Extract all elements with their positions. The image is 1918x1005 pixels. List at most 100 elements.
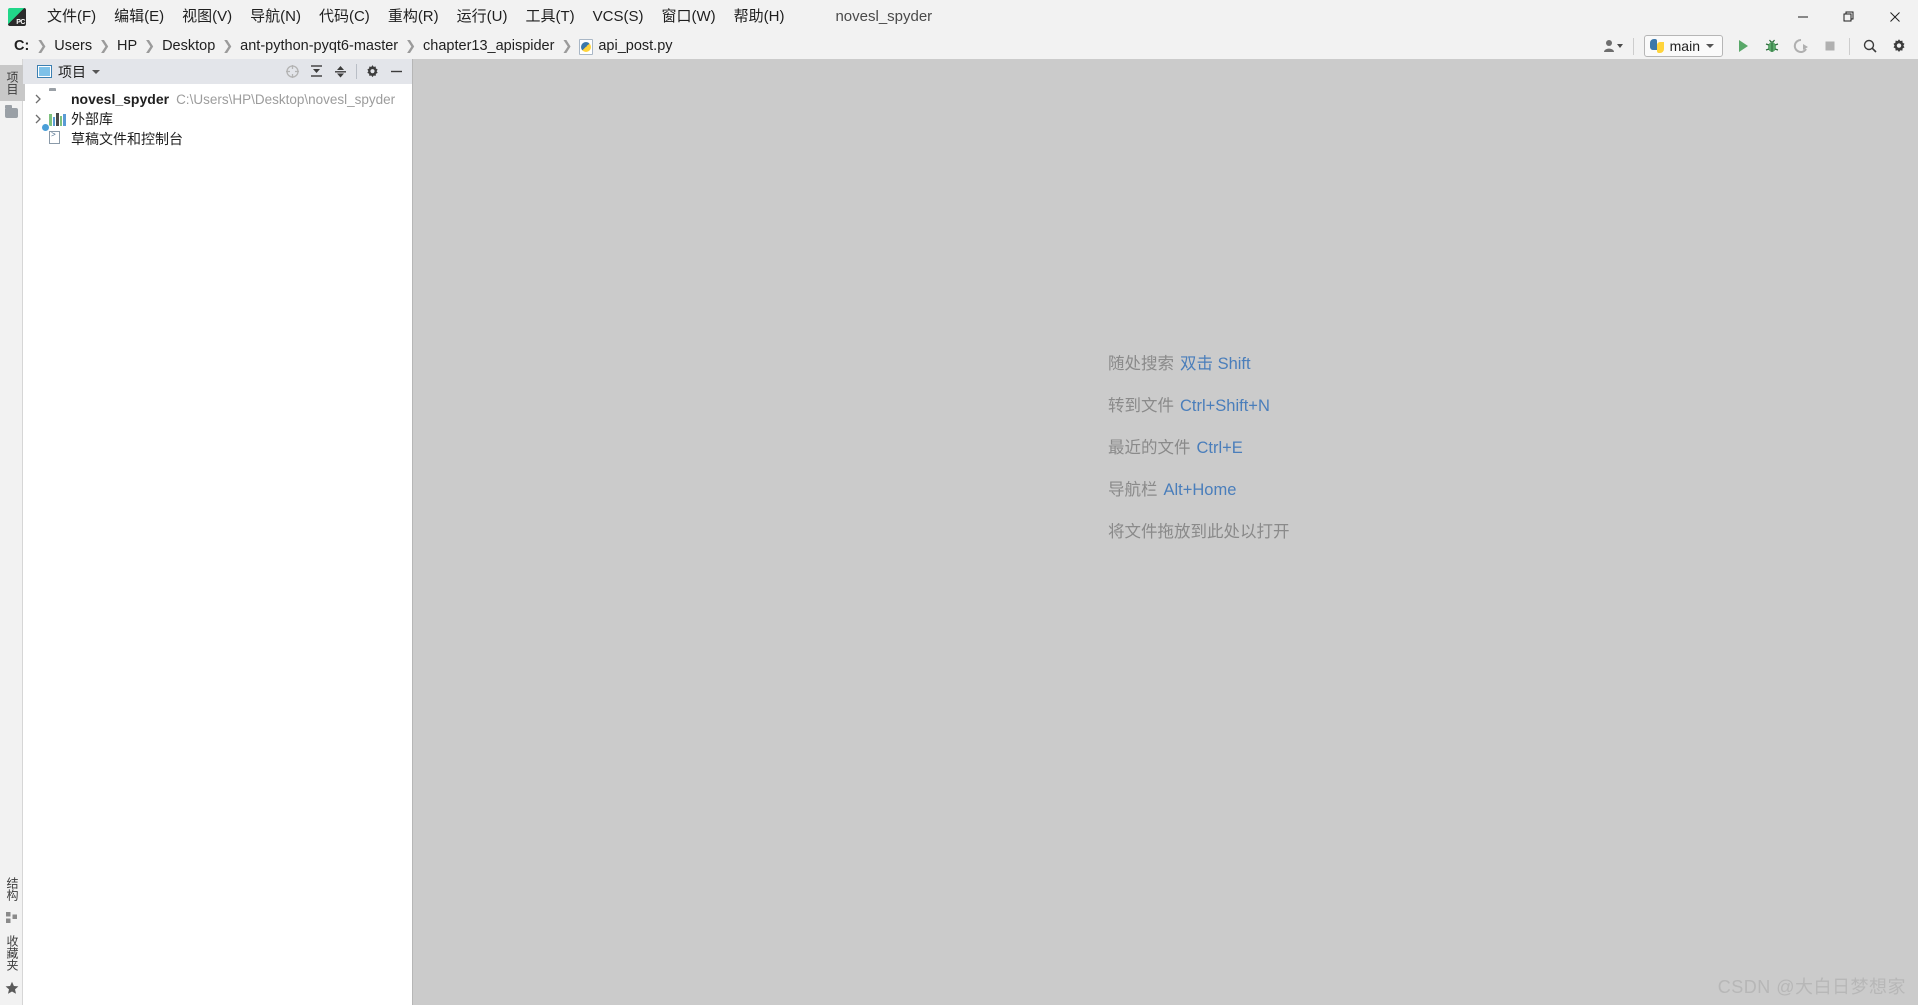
select-opened-file-button[interactable] <box>281 61 304 82</box>
sidebar-item-structure[interactable]: 结构 <box>0 871 25 907</box>
sidebar-item-project[interactable]: 项目 <box>0 65 25 101</box>
project-panel-title-dropdown[interactable]: 项目 <box>33 61 104 83</box>
python-config-icon <box>1649 39 1664 53</box>
hint-label: 最近的文件 <box>1108 439 1191 457</box>
breadcrumb-drive[interactable]: C: <box>10 37 33 55</box>
menu-help[interactable]: 帮助(H) <box>725 4 794 30</box>
tree-node-external-libraries[interactable]: 外部库 <box>23 109 412 129</box>
breadcrumb-hp[interactable]: HP <box>113 37 141 55</box>
window-project-title: novesl_spyder <box>835 8 933 25</box>
breadcrumb-chapter13-apispider[interactable]: chapter13_apispider <box>419 37 558 55</box>
chevron-down-icon <box>1706 44 1714 48</box>
tree-node-path: C:\Users\HP\Desktop\novesl_spyder <box>176 91 396 107</box>
main-body: 项目 结构 收藏夹 项目 novesl_spyder C:\Users\HP\D… <box>0 59 1918 1005</box>
collapse-all-icon <box>335 66 346 78</box>
sidebar-item-favorites-label: 收藏夹 <box>5 935 19 971</box>
gear-icon <box>1893 39 1904 52</box>
search-everywhere-button[interactable] <box>1856 34 1883 58</box>
hint-shortcut: Ctrl+Shift+N <box>1180 397 1270 415</box>
hide-panel-button[interactable] <box>385 61 408 82</box>
minimize-icon <box>391 70 402 73</box>
navbar-divider <box>1849 37 1850 55</box>
breadcrumb-file-label: api_post.py <box>598 38 673 54</box>
breadcrumb-ant-python-pyqt6-master[interactable]: ant-python-pyqt6-master <box>236 37 402 55</box>
menu-run[interactable]: 运行(U) <box>448 4 517 30</box>
sidebar-item-favorites[interactable]: 收藏夹 <box>0 929 25 977</box>
profile-button[interactable] <box>1787 34 1814 58</box>
scratches-consoles-icon <box>41 123 66 147</box>
collapse-all-button[interactable] <box>329 61 352 82</box>
hint-label: 随处搜索 <box>1108 355 1174 373</box>
breadcrumb-separator: ❯ <box>36 38 48 53</box>
debug-button[interactable] <box>1758 34 1785 58</box>
breadcrumb-separator: ❯ <box>405 38 417 53</box>
tool-strip-top-group: 项目 <box>0 59 25 123</box>
tree-node-label: 外部库 <box>71 111 113 127</box>
breadcrumb-separator: ❯ <box>144 38 156 53</box>
breadcrumb-desktop[interactable]: Desktop <box>158 37 219 55</box>
hint-search-everywhere: 随处搜索 双击 Shift <box>1108 354 1290 374</box>
window-maximize-button[interactable] <box>1826 0 1872 33</box>
chevron-right-icon[interactable] <box>31 92 45 106</box>
navigation-bar: C: ❯ Users ❯ HP ❯ Desktop ❯ ant-python-p… <box>0 33 1918 59</box>
tree-node-label: 草稿文件和控制台 <box>71 131 183 147</box>
menu-code[interactable]: 代码(C) <box>310 4 379 30</box>
hint-label: 转到文件 <box>1108 397 1174 415</box>
chevron-down-icon <box>92 69 100 74</box>
panel-toolbar-divider <box>356 64 357 79</box>
hint-shortcut: Alt+Home <box>1163 481 1237 499</box>
editor-empty-area[interactable]: 随处搜索 双击 Shift 转到文件 Ctrl+Shift+N 最近的文件 Ctrl+… <box>413 59 1918 1005</box>
target-icon <box>286 65 299 78</box>
stop-button[interactable] <box>1816 34 1843 58</box>
project-tool-window: 项目 novesl_spyder C:\Users\HP\Desktop\nov… <box>23 59 413 1005</box>
breadcrumb-separator: ❯ <box>222 38 234 53</box>
navbar-divider <box>1632 37 1634 55</box>
tree-node-label: novesl_spyder <box>71 91 170 107</box>
run-configuration-selector[interactable]: main <box>1643 35 1723 57</box>
menu-refactor[interactable]: 重构(R) <box>379 4 448 30</box>
hint-label: 将文件拖放到此处以打开 <box>1108 523 1290 541</box>
menu-window[interactable]: 窗口(W) <box>652 4 724 30</box>
sidebar-item-folder[interactable] <box>0 101 23 123</box>
tool-strip-bottom-group: 结构 收藏夹 <box>0 871 22 1005</box>
structure-icon <box>5 912 17 923</box>
window-close-button[interactable] <box>1872 0 1918 33</box>
menu-file[interactable]: 文件(F) <box>38 4 105 30</box>
external-libraries-icon <box>49 111 66 127</box>
user-avatar-button[interactable] <box>1600 34 1627 58</box>
window-minimize-button[interactable] <box>1780 0 1826 33</box>
hint-shortcut: Ctrl+E <box>1196 439 1243 457</box>
breadcrumb-users[interactable]: Users <box>50 37 96 55</box>
settings-button[interactable] <box>1885 34 1912 58</box>
hint-go-to-file: 转到文件 Ctrl+Shift+N <box>1108 396 1290 416</box>
star-icon <box>5 981 18 994</box>
menu-vcs[interactable]: VCS(S) <box>584 4 653 30</box>
breadcrumb-api-post-py[interactable]: api_post.py <box>575 37 676 55</box>
sidebar-item-structure-label: 结构 <box>5 877 19 901</box>
profile-icon <box>1793 38 1808 53</box>
hint-recent-files: 最近的文件 Ctrl+E <box>1108 438 1290 458</box>
expand-all-button[interactable] <box>305 61 328 82</box>
tree-node-novesl-spyder[interactable]: novesl_spyder C:\Users\HP\Desktop\novesl… <box>23 89 412 109</box>
run-button[interactable] <box>1729 34 1756 58</box>
menu-navigate[interactable]: 导航(N) <box>241 4 310 30</box>
tree-node-scratches-consoles[interactable]: 草稿文件和控制台 <box>23 123 412 149</box>
project-panel-header: 项目 <box>23 59 412 84</box>
menu-view[interactable]: 视图(V) <box>173 4 241 30</box>
minimize-icon <box>1798 16 1808 17</box>
menu-edit[interactable]: 编辑(E) <box>105 4 173 30</box>
project-tree: novesl_spyder C:\Users\HP\Desktop\novesl… <box>23 84 412 1005</box>
stop-square-icon <box>1825 41 1834 51</box>
favorites-star-icon-button[interactable] <box>0 977 23 999</box>
window-controls <box>1780 0 1918 33</box>
run-triangle-icon <box>1738 40 1748 52</box>
restore-icon <box>1843 11 1854 21</box>
title-bar: 文件(F) 编辑(E) 视图(V) 导航(N) 代码(C) 重构(R) 运行(U… <box>0 0 1918 33</box>
close-icon <box>1890 11 1900 22</box>
project-panel-title: 项目 <box>58 63 86 80</box>
structure-grid-icon-button[interactable] <box>0 907 23 929</box>
menu-tools[interactable]: 工具(T) <box>516 4 583 30</box>
panel-settings-button[interactable] <box>361 61 384 82</box>
hint-navigation-bar: 导航栏 Alt+Home <box>1108 480 1290 500</box>
